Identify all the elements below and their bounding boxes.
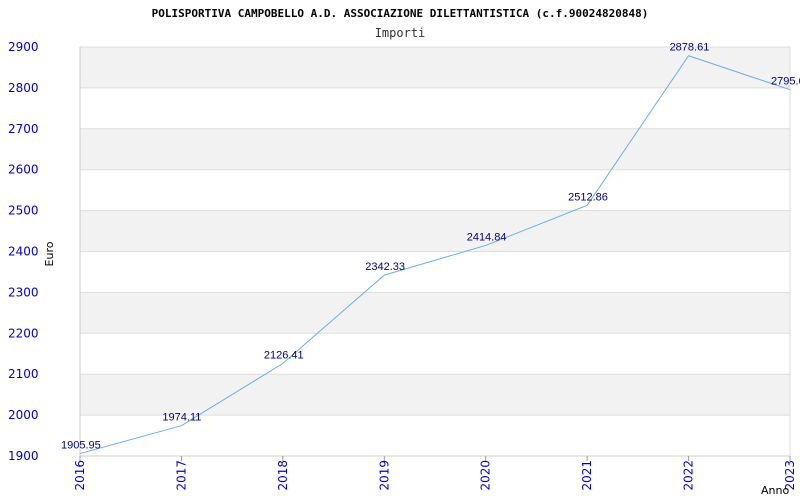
grid-band [80,128,790,170]
grid-bands [80,47,790,416]
x-tick-label: 2018 [276,460,290,491]
x-tick-labels: 2016 2017 2018 2019 2020 2021 2022 2023 [73,460,797,491]
data-label: 2414.84 [467,231,507,243]
chart-subtitle: Importi [375,26,426,40]
data-label: 1974.11 [162,412,201,424]
y-axis-label: Euro [43,241,56,266]
data-label: 2795.6 [771,76,800,88]
x-tick-label: 2020 [479,460,493,491]
data-label: 2342.33 [365,261,405,273]
y-tick-label: 1900 [8,449,39,463]
data-label: 2512.86 [568,191,608,203]
grid-band [80,374,790,416]
y-tick-labels: 1900 2000 2100 2200 2300 2400 2500 2600 2700 2800… [8,40,39,463]
x-tick-label: 2022 [682,460,696,491]
y-tick-label: 2900 [8,40,39,54]
y-tick-label: 2100 [8,367,39,381]
y-tick-label: 2500 [8,204,39,218]
grid-band [80,292,790,334]
x-tick-label: 2019 [377,460,391,491]
y-tick-label: 2600 [8,163,39,177]
data-label: 1905.95 [61,440,101,452]
data-label: 2878.61 [670,42,710,54]
x-tick-label: 2016 [73,460,87,491]
y-tick-label: 2300 [8,285,39,299]
x-tick-label: 2021 [580,460,594,491]
x-axis-label: Anno [761,484,789,497]
grid-band [80,210,790,252]
data-label: 2126.41 [264,349,304,361]
y-tick-label: 2200 [8,326,39,340]
chart-title: POLISPORTIVA CAMPOBELLO A.D. ASSOCIAZION… [152,7,649,20]
line-chart: 1905.95 1974.11 2126.41 2342.33 2414.84 2512.… [8,7,800,497]
y-tick-label: 2400 [8,245,39,259]
x-tick-label: 2017 [174,460,188,491]
y-tick-label: 2800 [8,81,39,95]
y-tick-label: 2700 [8,122,39,136]
y-tick-label: 2000 [8,408,39,422]
